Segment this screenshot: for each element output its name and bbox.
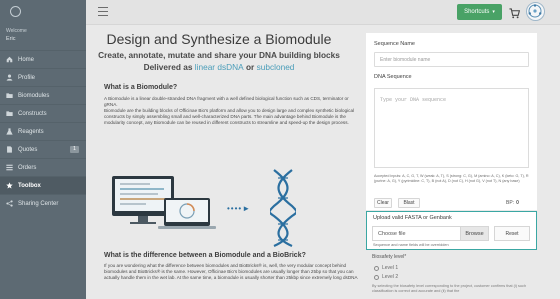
upload-note: Sequence and name fields will be overrid…: [373, 243, 449, 247]
level-1-radio[interactable]: Level 1: [374, 265, 398, 271]
sidebar-item-label: Home: [18, 56, 35, 63]
share-icon: [6, 200, 13, 207]
dna-sequence-textarea[interactable]: Type your DNA sequence: [374, 88, 529, 168]
sequence-name-placeholder: Enter biomodule name: [380, 56, 431, 63]
list-icon: [6, 164, 13, 171]
sidebar-item-reagents[interactable]: Reagents: [0, 122, 86, 140]
folder-icon: [6, 110, 13, 117]
sequence-name-label: Sequence Name: [374, 41, 415, 47]
sidebar-item-label: Sharing Center: [18, 200, 59, 207]
sidebar-item-label: Constructs: [18, 110, 47, 117]
delivered-or: or: [243, 62, 257, 72]
file-icon: [6, 146, 13, 153]
radio-icon: [374, 265, 379, 271]
sidebar-item-label: Reagents: [18, 128, 44, 135]
shortcuts-button[interactable]: Shortcuts ▾: [457, 4, 502, 20]
dna-sequence-placeholder: Type your DNA sequence: [380, 97, 447, 103]
sidebar-item-sharing-center[interactable]: Sharing Center: [0, 194, 86, 212]
biosafety-label: Biosafety level*: [372, 254, 407, 260]
biomodule-definition-paragraph: A Biomodule is a linear double-stranded …: [104, 96, 349, 107]
bp-label: BP:: [506, 200, 515, 206]
sidebar-item-biomodules[interactable]: Biomodules: [0, 86, 86, 104]
sidebar-item-label: Orders: [18, 164, 37, 171]
sequence-name-input[interactable]: Enter biomodule name: [374, 52, 529, 67]
page-title: Design and Synthesize a Biomodule: [106, 31, 332, 47]
sidebar-item-label: Quotes: [18, 146, 38, 153]
biomodule-illustration: ••••►: [112, 168, 302, 248]
biomodule-description-paragraph: Biomodule are the building blocks of Off…: [104, 108, 355, 125]
biosafety-description: By selecting the biosafety level corresp…: [372, 284, 527, 293]
sidebar-item-toolbox[interactable]: Toolbox: [0, 176, 86, 194]
chevron-down-icon: ▾: [492, 9, 495, 15]
file-input[interactable]: Choose file Browse: [372, 226, 489, 241]
upload-section: Upload valid FASTA or Genbank Choose fil…: [366, 211, 537, 250]
sidebar-item-profile[interactable]: Profile: [0, 68, 86, 86]
clear-button[interactable]: Clear: [374, 198, 392, 208]
flask-icon: [6, 128, 13, 135]
bp-value: 0: [516, 200, 519, 206]
level-2-label: Level 2: [382, 274, 399, 280]
dna-sequence-label: DNA Sequence: [374, 74, 412, 80]
biomodule-form: Sequence Name Enter biomodule name DNA S…: [366, 33, 537, 210]
browse-button[interactable]: Browse: [460, 227, 488, 240]
user-name: Eric: [6, 36, 16, 42]
shortcuts-label: Shortcuts: [464, 9, 490, 15]
sidebar-nav: Home Profile Biomodules Constructs Reage…: [0, 50, 86, 212]
sidebar-item-quotes[interactable]: Quotes 1: [0, 140, 86, 158]
difference-heading: What is the difference between a Biomodu…: [104, 252, 306, 259]
menu-icon[interactable]: [98, 7, 108, 16]
biosafety-section: Biosafety level* Level 1 Level 2 By sele…: [366, 251, 537, 299]
blast-button[interactable]: Blast: [398, 198, 420, 208]
delivered-prefix: Delivered as: [143, 62, 195, 72]
radio-icon: [374, 274, 379, 280]
star-icon: [6, 182, 13, 189]
sidebar-item-orders[interactable]: Orders: [0, 158, 86, 176]
main-content: Design and Synthesize a Biomodule Create…: [86, 26, 364, 299]
level-1-label: Level 1: [382, 265, 399, 271]
avatar[interactable]: [526, 2, 545, 21]
subcloned-link[interactable]: subcloned: [257, 62, 295, 72]
level-2-radio[interactable]: Level 2: [374, 274, 398, 280]
bp-counter: BP: 0: [506, 200, 519, 206]
page-subtitle: Create, annotate, mutate and share your …: [98, 50, 340, 60]
sidebar-item-label: Biomodules: [18, 92, 50, 99]
arrow-icon: ••••►: [227, 204, 252, 213]
quotes-count-badge: 1: [70, 146, 79, 153]
home-icon: [6, 56, 13, 63]
top-bar: Shortcuts ▾: [86, 0, 560, 25]
delivery-subtitle: Delivered as linear dsDNA or subcloned: [86, 62, 352, 72]
welcome-label: Welcome: [6, 28, 27, 34]
upload-title: Upload valid FASTA or Genbank: [373, 215, 452, 221]
sidebar: Welcome Eric Home Profile Biomodules Con…: [0, 0, 86, 299]
user-icon: [6, 74, 13, 81]
difference-paragraph: If you are wondering what the difference…: [104, 263, 358, 280]
logo-icon[interactable]: [10, 6, 21, 17]
sidebar-item-home[interactable]: Home: [0, 50, 86, 68]
linear-dsdna-link[interactable]: linear dsDNA: [195, 62, 244, 72]
cart-icon[interactable]: [509, 6, 521, 19]
sidebar-item-label: Toolbox: [18, 182, 41, 189]
accepted-inputs-hint: Accepted inputs: A, C, G, T, W (weak: A,…: [374, 174, 529, 183]
sidebar-item-constructs[interactable]: Constructs: [0, 104, 86, 122]
dna-helix-icon: [270, 169, 296, 248]
laptop-image: [164, 198, 210, 226]
reset-button[interactable]: Reset: [494, 226, 530, 241]
folder-icon: [6, 92, 13, 99]
choose-file-label: Choose file: [378, 230, 406, 237]
sidebar-item-label: Profile: [18, 74, 36, 81]
what-is-biomodule-heading: What is a Biomodule?: [104, 84, 178, 91]
